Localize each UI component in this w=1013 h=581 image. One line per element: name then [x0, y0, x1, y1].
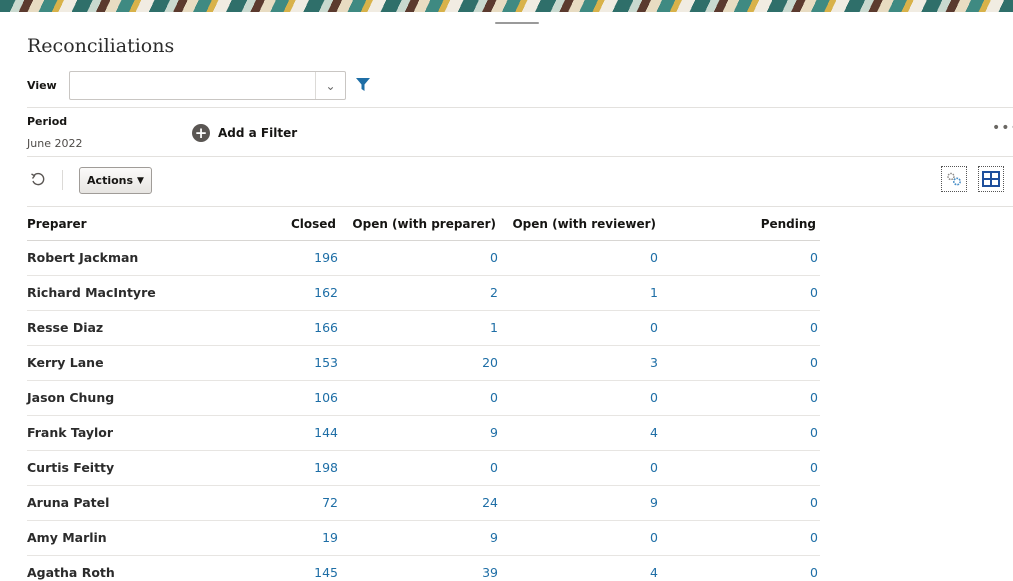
filter-icon[interactable] — [356, 78, 370, 92]
table-row: Aruna Patel 72 24 9 0 — [27, 485, 820, 521]
settings-icon[interactable] — [941, 166, 967, 192]
table-header-row: Preparer Closed Open (with preparer) Ope… — [27, 208, 820, 241]
preparer-name: Agatha Roth — [27, 555, 207, 581]
open-preparer-count-link[interactable]: 2 — [490, 285, 498, 300]
refresh-icon[interactable] — [30, 171, 46, 187]
view-select[interactable]: ⌄ — [69, 71, 346, 100]
column-header-open-preparer[interactable]: Open (with preparer) — [340, 208, 500, 241]
pending-count-link[interactable]: 0 — [810, 425, 818, 440]
open-preparer-count-link[interactable]: 39 — [482, 565, 498, 580]
header-banner — [0, 0, 1013, 12]
open-preparer-count-link[interactable]: 1 — [490, 320, 498, 335]
open-reviewer-count-link[interactable]: 9 — [650, 495, 658, 510]
open-preparer-count-link[interactable]: 0 — [490, 460, 498, 475]
pending-count-link[interactable]: 0 — [810, 565, 818, 580]
preparer-name: Richard MacIntyre — [27, 275, 207, 311]
table-row: Agatha Roth 145 39 4 0 — [27, 555, 820, 581]
open-preparer-count-link[interactable]: 20 — [482, 355, 498, 370]
closed-count-link[interactable]: 106 — [314, 390, 338, 405]
open-reviewer-count-link[interactable]: 4 — [650, 425, 658, 440]
open-preparer-count-link[interactable]: 0 — [490, 390, 498, 405]
add-filter-label: Add a Filter — [218, 126, 298, 140]
open-reviewer-count-link[interactable]: 0 — [650, 390, 658, 405]
open-preparer-count-link[interactable]: 9 — [490, 425, 498, 440]
open-reviewer-count-link[interactable]: 1 — [650, 285, 658, 300]
column-header-closed[interactable]: Closed — [207, 208, 340, 241]
closed-count-link[interactable]: 196 — [314, 250, 338, 265]
open-reviewer-count-link[interactable]: 0 — [650, 530, 658, 545]
open-reviewer-count-link[interactable]: 3 — [650, 355, 658, 370]
pending-count-link[interactable]: 0 — [810, 320, 818, 335]
actions-button[interactable]: Actions ▼ — [79, 167, 152, 194]
table-row: Amy Marlin 19 9 0 0 — [27, 520, 820, 556]
open-reviewer-count-link[interactable]: 0 — [650, 460, 658, 475]
pending-count-link[interactable]: 0 — [810, 530, 818, 545]
table-row: Frank Taylor 144 9 4 0 — [27, 415, 820, 451]
open-reviewer-count-link[interactable]: 0 — [650, 250, 658, 265]
divider — [27, 107, 1013, 108]
table-row: Resse Diaz 166 1 0 0 — [27, 310, 820, 346]
divider — [27, 156, 1013, 157]
pending-count-link[interactable]: 0 — [810, 250, 818, 265]
gears-icon — [947, 172, 962, 186]
preparer-name: Aruna Patel — [27, 485, 207, 521]
period-value[interactable]: June 2022 — [27, 137, 82, 150]
preparer-name: Robert Jackman — [27, 240, 207, 276]
open-preparer-count-link[interactable]: 24 — [482, 495, 498, 510]
page-title: Reconciliations — [27, 35, 175, 57]
caret-down-icon: ▼ — [137, 175, 144, 186]
collapse-handle[interactable] — [495, 22, 539, 24]
closed-count-link[interactable]: 198 — [314, 460, 338, 475]
period-label: Period — [27, 115, 68, 128]
preparer-name: Frank Taylor — [27, 415, 207, 451]
column-header-open-reviewer[interactable]: Open (with reviewer) — [500, 208, 660, 241]
column-header-preparer[interactable]: Preparer — [27, 208, 207, 241]
actions-label: Actions — [87, 174, 134, 187]
grid-layout-icon — [982, 171, 1000, 187]
preparer-name: Kerry Lane — [27, 345, 207, 381]
pending-count-link[interactable]: 0 — [810, 355, 818, 370]
open-preparer-count-link[interactable]: 9 — [490, 530, 498, 545]
closed-count-link[interactable]: 166 — [314, 320, 338, 335]
pending-count-link[interactable]: 0 — [810, 495, 818, 510]
pending-count-link[interactable]: 0 — [810, 390, 818, 405]
preparer-name: Amy Marlin — [27, 520, 207, 556]
table-row: Kerry Lane 153 20 3 0 — [27, 345, 820, 381]
open-reviewer-count-link[interactable]: 0 — [650, 320, 658, 335]
pending-count-link[interactable]: 0 — [810, 460, 818, 475]
closed-count-link[interactable]: 162 — [314, 285, 338, 300]
closed-count-link[interactable]: 153 — [314, 355, 338, 370]
preparer-table: Preparer Closed Open (with preparer) Ope… — [27, 208, 820, 581]
table-row: Robert Jackman 196 0 0 0 — [27, 240, 820, 276]
chevron-down-icon[interactable]: ⌄ — [315, 72, 345, 99]
preparer-name: Jason Chung — [27, 380, 207, 416]
open-preparer-count-link[interactable]: 0 — [490, 250, 498, 265]
column-header-pending[interactable]: Pending — [660, 208, 820, 241]
closed-count-link[interactable]: 72 — [322, 495, 338, 510]
closed-count-link[interactable]: 144 — [314, 425, 338, 440]
toolbar-separator — [62, 170, 63, 190]
add-filter-button[interactable]: + Add a Filter — [192, 124, 297, 142]
table-row: Curtis Feitty 198 0 0 0 — [27, 450, 820, 486]
view-label: View — [27, 79, 57, 92]
table-row: Jason Chung 106 0 0 0 — [27, 380, 820, 416]
closed-count-link[interactable]: 19 — [322, 530, 338, 545]
layout-icon[interactable] — [978, 166, 1004, 192]
closed-count-link[interactable]: 145 — [314, 565, 338, 580]
divider — [27, 206, 1013, 207]
add-circle-icon: + — [192, 124, 210, 142]
open-reviewer-count-link[interactable]: 4 — [650, 565, 658, 580]
more-icon[interactable]: ••• — [992, 120, 1013, 136]
preparer-name: Resse Diaz — [27, 310, 207, 346]
pending-count-link[interactable]: 0 — [810, 285, 818, 300]
table-row: Richard MacIntyre 162 2 1 0 — [27, 275, 820, 311]
preparer-name: Curtis Feitty — [27, 450, 207, 486]
